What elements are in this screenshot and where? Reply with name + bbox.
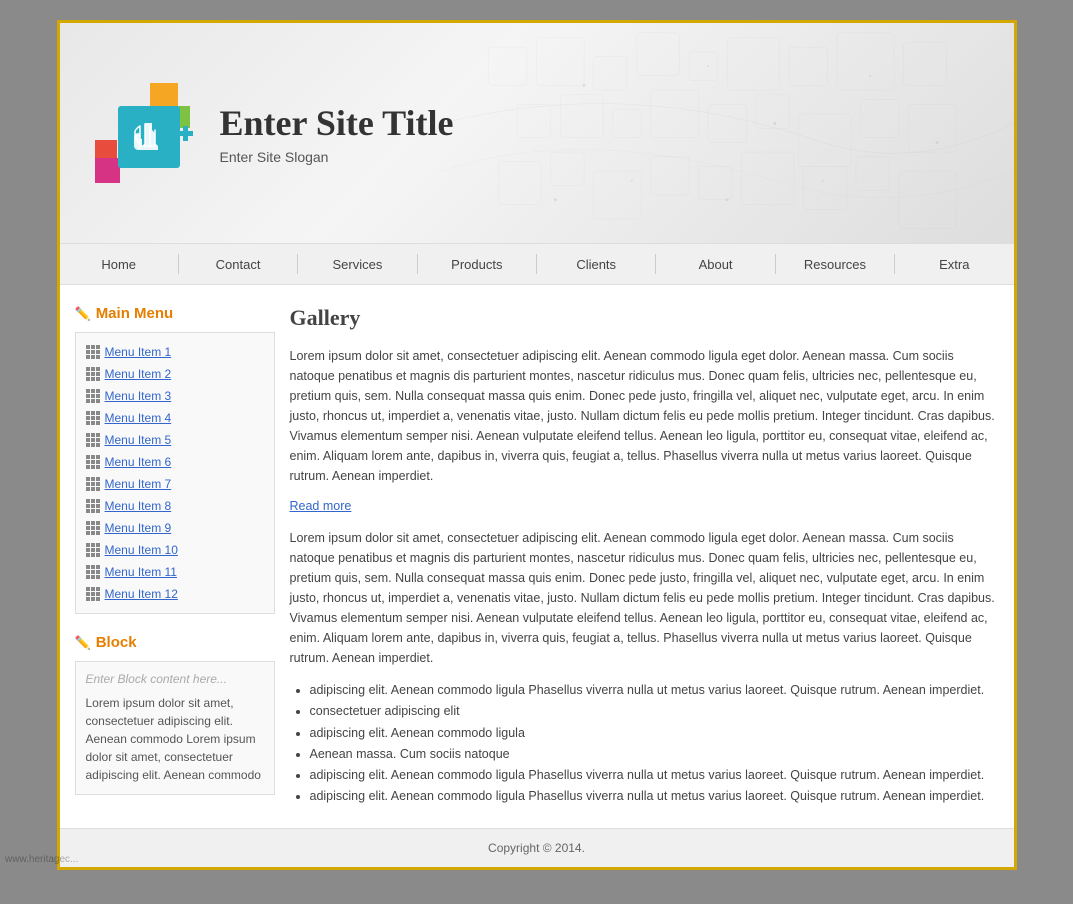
nav-products[interactable]: Products (418, 244, 536, 284)
site-header: Enter Site Title Enter Site Slogan (60, 23, 1014, 243)
menu-item-1[interactable]: Menu Item 1 (76, 341, 274, 363)
list-item-2: consectetuer adipiscing elit (310, 701, 999, 722)
nav-home[interactable]: Home (60, 244, 178, 284)
menu-item-7[interactable]: Menu Item 7 (76, 473, 274, 495)
content-paragraph-1: Lorem ipsum dolor sit amet, consectetuer… (290, 346, 999, 486)
menu-item-3[interactable]: Menu Item 3 (76, 385, 274, 407)
content-list: adipiscing elit. Aenean commodo ligula P… (310, 680, 999, 808)
content-paragraph-2: Lorem ipsum dolor sit amet, consectetuer… (290, 528, 999, 668)
header-bg-svg (441, 23, 1013, 243)
page-title: Gallery (290, 305, 999, 331)
menu-item-8[interactable]: Menu Item 8 (76, 495, 274, 517)
grid-icon-5 (86, 433, 100, 447)
grid-icon-12 (86, 587, 100, 601)
nav-clients[interactable]: Clients (537, 244, 655, 284)
grid-icon-8 (86, 499, 100, 513)
nav-services[interactable]: Services (298, 244, 416, 284)
watermark: www.heritagec... (5, 854, 78, 865)
grid-icon-2 (86, 367, 100, 381)
nav-bar: Home Contact Services Products Clients A… (60, 243, 1014, 285)
block-text: Lorem ipsum dolor sit amet, consectetuer… (86, 694, 264, 784)
menu-item-5[interactable]: Menu Item 5 (76, 429, 274, 451)
menu-item-9[interactable]: Menu Item 9 (76, 517, 274, 539)
nav-about[interactable]: About (656, 244, 774, 284)
menu-item-11[interactable]: Menu Item 11 (76, 561, 274, 583)
nav-contact[interactable]: Contact (179, 244, 297, 284)
grid-icon-11 (86, 565, 100, 579)
menu-item-4[interactable]: Menu Item 4 (76, 407, 274, 429)
read-more-link[interactable]: Read more (290, 499, 352, 513)
menu-item-2[interactable]: Menu Item 2 (76, 363, 274, 385)
block-box: Enter Block content here... Lorem ipsum … (75, 661, 275, 795)
block-placeholder: Enter Block content here... (86, 672, 264, 686)
nav-resources[interactable]: Resources (776, 244, 894, 284)
menu-item-10[interactable]: Menu Item 10 (76, 539, 274, 561)
list-item-1: adipiscing elit. Aenean commodo ligula P… (310, 680, 999, 701)
copyright-text: Copyright © 2014. (488, 841, 585, 855)
list-item-3: adipiscing elit. Aenean commodo ligula (310, 723, 999, 744)
site-title-area: Enter Site Title Enter Site Slogan (220, 102, 454, 165)
sidebar: Main Menu Menu Item 1 (75, 305, 275, 808)
site-footer: Copyright © 2014. (60, 828, 1014, 867)
nav-extra[interactable]: Extra (895, 244, 1013, 284)
grid-icon-10 (86, 543, 100, 557)
block-title: Block (75, 634, 275, 651)
grid-icon-1 (86, 345, 100, 359)
site-slogan: Enter Site Slogan (220, 149, 454, 165)
list-item-4: Aenean massa. Cum sociis natoque (310, 744, 999, 765)
grid-icon-4 (86, 411, 100, 425)
main-menu-title: Main Menu (75, 305, 275, 322)
main-content: Gallery Lorem ipsum dolor sit amet, cons… (290, 305, 999, 808)
grid-icon-3 (86, 389, 100, 403)
site-frame: Enter Site Title Enter Site Slogan Home … (57, 20, 1017, 870)
menu-item-12[interactable]: Menu Item 12 (76, 583, 274, 605)
grid-icon-6 (86, 455, 100, 469)
grid-icon-7 (86, 477, 100, 491)
list-item-6: adipiscing elit. Aenean commodo ligula P… (310, 786, 999, 807)
list-item-5: adipiscing elit. Aenean commodo ligula P… (310, 765, 999, 786)
site-title: Enter Site Title (220, 102, 454, 144)
menu-item-6[interactable]: Menu Item 6 (76, 451, 274, 473)
menu-box: Menu Item 1 Menu Item 2 (75, 332, 275, 614)
grid-icon-9 (86, 521, 100, 535)
logo-area: Enter Site Title Enter Site Slogan (90, 78, 454, 188)
logo-icon (90, 78, 200, 188)
content-wrapper: Main Menu Menu Item 1 (60, 285, 1014, 828)
